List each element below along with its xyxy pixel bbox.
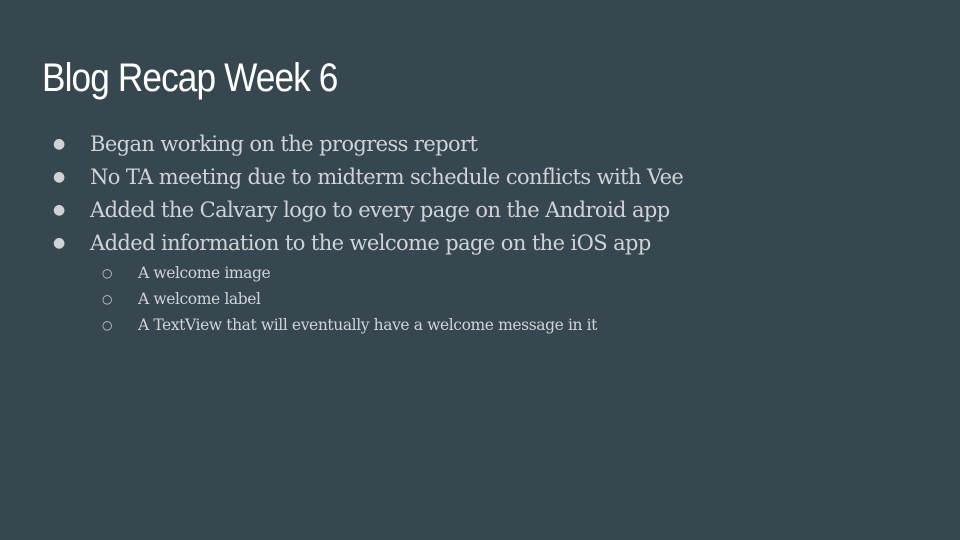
bullet-text: No TA meeting due to midterm schedule co…	[90, 165, 684, 189]
bullet-icon: ●	[53, 169, 66, 185]
hollow-bullet-icon: ○	[102, 318, 113, 332]
sub-bullet-text: A TextView that will eventually have a w…	[138, 316, 598, 334]
slide: Blog Recap Week 6 ● Began working on the…	[0, 0, 960, 540]
bullet-text: Began working on the progress report	[90, 132, 478, 156]
sub-bullet-text: A welcome image	[138, 264, 271, 282]
bullet-icon: ●	[53, 202, 66, 218]
slide-title: Blog Recap Week 6	[42, 56, 338, 100]
sub-bullet-text: A welcome label	[138, 290, 261, 308]
bullet-icon: ●	[53, 235, 66, 251]
bullet-text: Added information to the welcome page on…	[90, 231, 651, 255]
hollow-bullet-icon: ○	[102, 292, 113, 306]
bullet-text: Added the Calvary logo to every page on …	[90, 198, 670, 222]
bullet-icon: ●	[53, 136, 66, 152]
hollow-bullet-icon: ○	[102, 266, 113, 280]
